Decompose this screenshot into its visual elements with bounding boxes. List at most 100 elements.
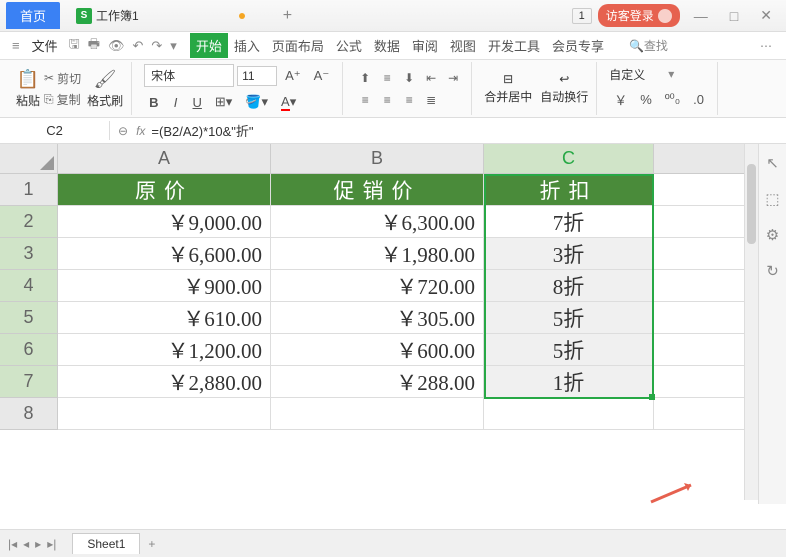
undo-icon[interactable]: ↶ (129, 38, 146, 54)
row-header-6[interactable]: 6 (0, 334, 58, 366)
cell-d3[interactable] (654, 238, 751, 270)
sheet-prev-icon[interactable]: ◂ (23, 537, 29, 551)
currency-button[interactable]: ￥ (609, 87, 632, 112)
redo-icon[interactable]: ↷ (148, 38, 165, 54)
cell-a8[interactable] (58, 398, 271, 430)
cell-d8[interactable] (654, 398, 751, 430)
col-header-d[interactable] (654, 144, 751, 174)
tab-insert[interactable]: 插入 (228, 33, 266, 58)
cell-b2[interactable]: ￥6,300.00 (271, 206, 484, 238)
row-header-2[interactable]: 2 (0, 206, 58, 238)
cell-a1[interactable]: 原价 (58, 174, 271, 206)
cell-a7[interactable]: ￥2,880.00 (58, 366, 271, 398)
paste-button[interactable]: 📋 粘贴 (16, 69, 40, 109)
home-tab[interactable]: 首页 (6, 2, 60, 29)
merge-button[interactable]: ⊟ 合并居中 (484, 72, 532, 105)
align-center-button[interactable]: ≡ (377, 91, 397, 109)
indent-right-button[interactable]: ⇥ (443, 69, 463, 87)
tab-formula[interactable]: 公式 (330, 33, 368, 58)
col-header-c[interactable]: C (484, 144, 654, 174)
tab-view[interactable]: 视图 (444, 33, 482, 58)
cancel-icon[interactable]: ⊖ (118, 124, 128, 138)
cell-a4[interactable]: ￥900.00 (58, 270, 271, 302)
format-select[interactable]: 自定义 (609, 66, 645, 83)
cell-b4[interactable]: ￥720.00 (271, 270, 484, 302)
tab-layout[interactable]: 页面布局 (266, 33, 330, 58)
sheet-last-icon[interactable]: ▸| (47, 537, 56, 551)
cell-c6[interactable]: 5折 (484, 334, 654, 366)
row-header-8[interactable]: 8 (0, 398, 58, 430)
row-header-7[interactable]: 7 (0, 366, 58, 398)
indent-left-button[interactable]: ⇤ (421, 69, 441, 87)
fill-color-button[interactable]: 🪣▾ (240, 91, 273, 113)
italic-button[interactable]: I (167, 92, 185, 113)
search-box[interactable]: 🔍 查找 (622, 34, 675, 57)
cell-b1[interactable]: 促销价 (271, 174, 484, 206)
font-color-button[interactable]: A▾ (276, 91, 301, 113)
col-header-b[interactable]: B (271, 144, 484, 174)
sheet-tab[interactable]: Sheet1 (72, 533, 140, 554)
new-tab-button[interactable]: + (275, 7, 300, 25)
cell-d2[interactable] (654, 206, 751, 238)
preview-icon[interactable]: 👁 (105, 38, 128, 54)
cell-a6[interactable]: ￥1,200.00 (58, 334, 271, 366)
minimize-button[interactable]: — (686, 4, 716, 28)
cell-c8[interactable] (484, 398, 654, 430)
justify-button[interactable]: ≣ (421, 91, 441, 109)
print-icon[interactable]: 🖶 (85, 35, 103, 57)
copy-button[interactable]: ⎘复制 (44, 91, 81, 108)
formula-input[interactable]: =(B2/A2)*10&"折" (151, 121, 253, 140)
align-left-button[interactable]: ≡ (355, 91, 375, 109)
cell-b3[interactable]: ￥1,980.00 (271, 238, 484, 270)
name-box[interactable]: C2 (0, 121, 110, 140)
cell-d6[interactable] (654, 334, 751, 366)
settings-icon[interactable]: ⚙ (766, 226, 779, 244)
history-icon[interactable]: ↻ (766, 262, 779, 280)
decrease-font-button[interactable]: A⁻ (309, 65, 335, 87)
align-right-button[interactable]: ≡ (399, 91, 419, 109)
close-button[interactable]: ✕ (752, 3, 780, 28)
wrap-button[interactable]: ↩ 自动换行 (540, 72, 588, 105)
cell-c1[interactable]: 折扣 (484, 174, 654, 206)
cell-d7[interactable] (654, 366, 751, 398)
decimal-button[interactable]: .0 (688, 89, 709, 110)
cell-a5[interactable]: ￥610.00 (58, 302, 271, 334)
pointer-icon[interactable]: ↖ (766, 154, 779, 172)
align-middle-button[interactable]: ≡ (377, 69, 397, 87)
tab-dev[interactable]: 开发工具 (482, 33, 546, 58)
cell-b5[interactable]: ￥305.00 (271, 302, 484, 334)
tab-data[interactable]: 数据 (368, 33, 406, 58)
align-bottom-button[interactable]: ⬇ (399, 69, 419, 87)
save-icon[interactable]: 🖫 (66, 35, 83, 57)
increase-font-button[interactable]: A⁺ (280, 65, 306, 87)
row-header-4[interactable]: 4 (0, 270, 58, 302)
underline-button[interactable]: U (188, 92, 207, 113)
cell-c3[interactable]: 3折 (484, 238, 654, 270)
maximize-button[interactable]: □ (722, 4, 746, 28)
font-size-select[interactable]: 11 (237, 66, 277, 86)
dropdown-icon[interactable]: ▾ (167, 38, 180, 54)
row-header-5[interactable]: 5 (0, 302, 58, 334)
border-button[interactable]: ⊞▾ (210, 91, 237, 113)
font-name-select[interactable]: 宋体 (144, 64, 234, 87)
cell-c4[interactable]: 8折 (484, 270, 654, 302)
cell-d1[interactable] (654, 174, 751, 206)
tab-start[interactable]: 开始 (190, 33, 228, 58)
cell-c2[interactable]: 7折 (484, 206, 654, 238)
guest-login-button[interactable]: 访客登录 (598, 4, 680, 27)
tab-vip[interactable]: 会员专享 (546, 33, 610, 58)
cell-c5[interactable]: 5折 (484, 302, 654, 334)
cell-b7[interactable]: ￥288.00 (271, 366, 484, 398)
tab-review[interactable]: 审阅 (406, 33, 444, 58)
cell-d4[interactable] (654, 270, 751, 302)
fx-icon[interactable]: fx (136, 124, 145, 138)
cell-b6[interactable]: ￥600.00 (271, 334, 484, 366)
cell-d5[interactable] (654, 302, 751, 334)
vertical-scrollbar[interactable] (744, 144, 758, 500)
align-top-button[interactable]: ⬆ (355, 69, 375, 87)
cell-a3[interactable]: ￥6,600.00 (58, 238, 271, 270)
add-sheet-button[interactable]: + (148, 537, 155, 551)
cut-button[interactable]: ✂剪切 (44, 70, 81, 87)
cell-b8[interactable] (271, 398, 484, 430)
file-menu[interactable]: 文件 (32, 36, 58, 55)
